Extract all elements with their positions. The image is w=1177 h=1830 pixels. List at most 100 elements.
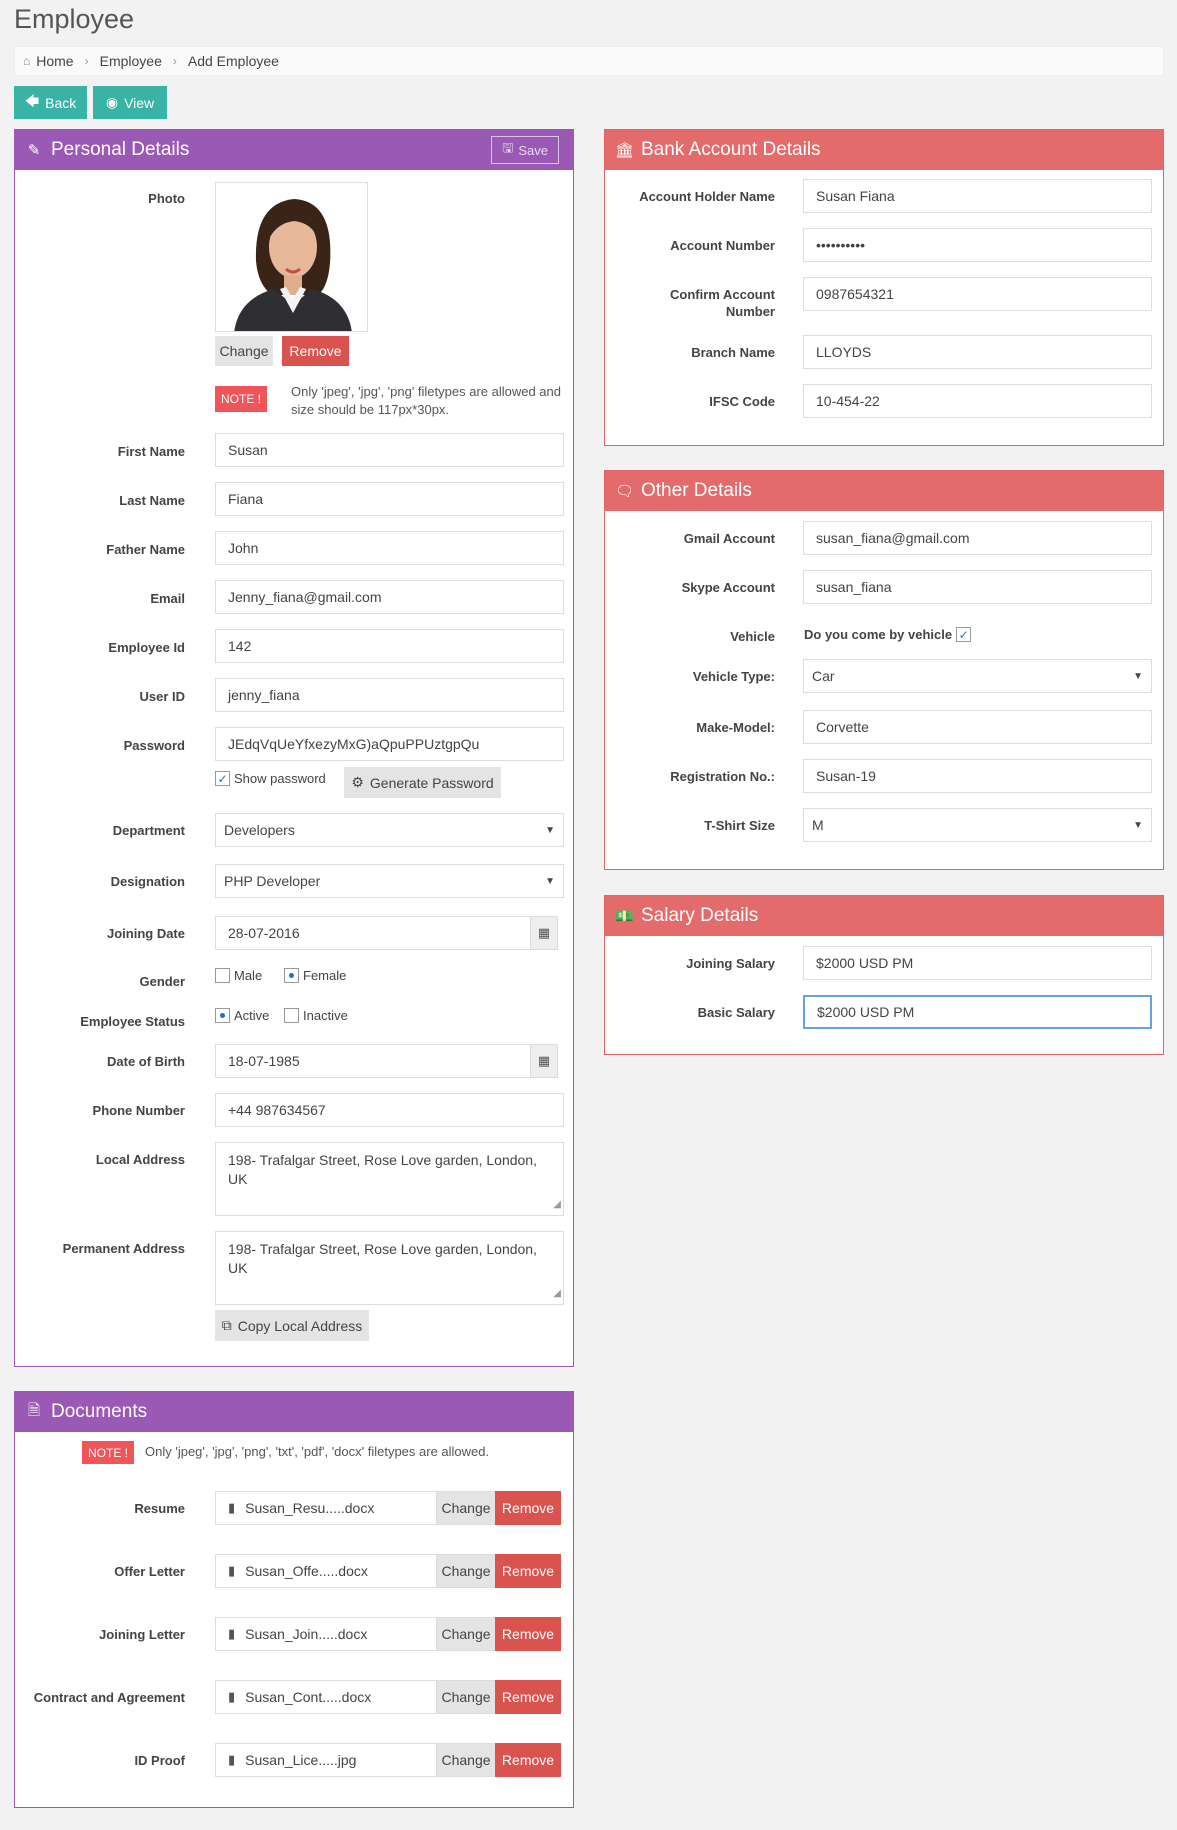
gender-male-radio[interactable]: Male <box>215 968 262 983</box>
change-photo-button[interactable]: Change <box>215 336 273 366</box>
eye-icon: ◉ <box>105 94 119 110</box>
father-name-input[interactable]: John <box>215 531 564 565</box>
confirm-account-label: Confirm Account Number <box>670 287 775 319</box>
radio-unchecked-icon <box>284 1008 299 1023</box>
father-name-label: Father Name <box>106 542 185 557</box>
email-label: Email <box>150 591 185 606</box>
joining-date-input[interactable]: 28-07-2016 <box>215 916 531 950</box>
file-icon: ▮ <box>228 1563 236 1578</box>
document-file-input[interactable]: ▮ Susan_Cont.....docx <box>215 1680 437 1714</box>
page-title: Employee <box>14 4 135 34</box>
gmail-input[interactable]: susan_fiana@gmail.com <box>803 521 1152 555</box>
radio-checked-icon <box>215 1008 230 1023</box>
document-remove-button[interactable]: Remove <box>495 1680 561 1714</box>
permanent-address-label: Permanent Address <box>62 1241 185 1256</box>
documents-panel: 🗎 Documents NOTE ! Only 'jpeg', 'jpg', '… <box>14 1391 574 1808</box>
document-file-input[interactable]: ▮ Susan_Resu.....docx <box>215 1491 437 1525</box>
local-address-label: Local Address <box>95 1152 185 1167</box>
comment-icon: 🗨 <box>615 483 635 500</box>
document-label: Offer Letter <box>114 1564 185 1579</box>
caret-down-icon: ▼ <box>545 824 555 836</box>
skype-label: Skype Account <box>681 580 775 595</box>
skype-input[interactable]: susan_fiana <box>803 570 1152 604</box>
document-change-button[interactable]: Change <box>436 1680 496 1714</box>
save-button[interactable]: 🖫 Save <box>491 136 559 164</box>
document-change-button[interactable]: Change <box>436 1617 496 1651</box>
branch-name-label: Branch Name <box>691 345 775 360</box>
status-inactive-radio[interactable]: Inactive <box>284 1008 348 1023</box>
radio-checked-icon <box>284 968 299 983</box>
user-id-input[interactable]: jenny_fiana <box>215 678 564 712</box>
designation-select[interactable]: PHP Developer ▼ <box>215 864 564 898</box>
password-input[interactable]: JEdqVqUeYfxezyMxG)aQpuPPUztgpQu <box>215 727 564 761</box>
account-holder-input[interactable]: Susan Fiana <box>803 179 1152 213</box>
account-number-input[interactable]: •••••••••• <box>803 228 1152 262</box>
last-name-input[interactable]: Fiana <box>215 482 564 516</box>
gender-label: Gender <box>139 974 185 989</box>
first-name-input[interactable]: Susan <box>215 433 564 467</box>
tshirt-size-select[interactable]: M ▼ <box>803 808 1152 842</box>
file-icon: ▮ <box>228 1500 236 1515</box>
other-details-panel: 🗨 Other Details Gmail Account susan_fian… <box>604 470 1164 870</box>
document-file-input[interactable]: ▮ Susan_Join.....docx <box>215 1617 437 1651</box>
joining-salary-label: Joining Salary <box>686 956 775 971</box>
bank-account-panel: 🏛 Bank Account Details Account Holder Na… <box>604 129 1164 446</box>
bank-account-header: 🏛 Bank Account Details <box>605 130 1163 170</box>
resize-handle-icon[interactable]: ◢ <box>553 1195 561 1214</box>
document-file-input[interactable]: ▮ Susan_Lice.....jpg <box>215 1743 437 1777</box>
basic-salary-input[interactable]: $2000 USD PM <box>803 995 1152 1029</box>
document-change-button[interactable]: Change <box>436 1743 496 1777</box>
phone-input[interactable]: +44 987634567 <box>215 1093 564 1127</box>
make-model-input[interactable]: Corvette <box>803 710 1152 744</box>
document-remove-button[interactable]: Remove <box>495 1554 561 1588</box>
generate-password-button[interactable]: ⚙ Generate Password <box>344 767 501 798</box>
breadcrumb-current: Add Employee <box>187 53 279 69</box>
vehicle-checkbox[interactable]: Do you come by vehicle ✓ <box>804 627 972 642</box>
back-button[interactable]: 🡄 Back <box>14 86 87 119</box>
vehicle-type-select[interactable]: Car ▼ <box>803 659 1152 693</box>
vehicle-label: Vehicle <box>730 629 775 644</box>
registration-label: Registration No.: <box>670 769 775 784</box>
show-password-checkbox[interactable]: ✓ Show password <box>215 771 326 786</box>
document-label: Contract and Agreement <box>33 1690 185 1705</box>
status-active-radio[interactable]: Active <box>215 1008 269 1023</box>
joining-date-label: Joining Date <box>106 926 185 941</box>
document-file-input[interactable]: ▮ Susan_Offe.....docx <box>215 1554 437 1588</box>
photo-note-text: Only 'jpeg', 'jpg', 'png' filetypes are … <box>291 384 561 417</box>
calendar-icon[interactable]: ▦ <box>530 1044 558 1078</box>
department-select[interactable]: Developers ▼ <box>215 813 564 847</box>
document-remove-button[interactable]: Remove <box>495 1743 561 1777</box>
document-change-button[interactable]: Change <box>436 1554 496 1588</box>
permanent-address-textarea[interactable]: 198- Trafalgar Street, Rose Love garden,… <box>215 1231 564 1305</box>
breadcrumb-employee[interactable]: Employee <box>100 53 162 69</box>
confirm-account-input[interactable]: 0987654321 <box>803 277 1152 311</box>
radio-unchecked-icon <box>215 968 230 983</box>
gender-female-radio[interactable]: Female <box>284 968 346 983</box>
calendar-icon[interactable]: ▦ <box>530 916 558 950</box>
document-label: Joining Letter <box>99 1627 185 1642</box>
dob-label: Date of Birth <box>107 1054 185 1069</box>
employee-id-input[interactable]: 142 <box>215 629 564 663</box>
document-remove-button[interactable]: Remove <box>495 1617 561 1651</box>
breadcrumb-home[interactable]: Home <box>36 53 73 69</box>
edit-icon: ✎ <box>27 142 41 159</box>
remove-photo-button[interactable]: Remove <box>282 336 349 366</box>
document-change-button[interactable]: Change <box>436 1491 496 1525</box>
dob-input[interactable]: 18-07-1985 <box>215 1044 531 1078</box>
resize-handle-icon[interactable]: ◢ <box>553 1284 561 1303</box>
arrow-left-icon: 🡄 <box>24 92 40 109</box>
branch-name-input[interactable]: LLOYDS <box>803 335 1152 369</box>
phone-label: Phone Number <box>92 1103 185 1118</box>
document-remove-button[interactable]: Remove <box>495 1491 561 1525</box>
local-address-textarea[interactable]: 198- Trafalgar Street, Rose Love garden,… <box>215 1142 564 1216</box>
ifsc-code-input[interactable]: 10-454-22 <box>803 384 1152 418</box>
email-input[interactable]: Jenny_fiana@gmail.com <box>215 580 564 614</box>
caret-down-icon: ▼ <box>1133 819 1143 831</box>
view-button[interactable]: ◉ View <box>93 86 167 119</box>
documents-note-text: Only 'jpeg', 'jpg', 'png', 'txt', 'pdf',… <box>145 1444 490 1459</box>
registration-input[interactable]: Susan-19 <box>803 759 1152 793</box>
copy-icon: ⧉ <box>221 1317 232 1333</box>
joining-salary-input[interactable]: $2000 USD PM <box>803 946 1152 980</box>
copy-local-address-button[interactable]: ⧉ Copy Local Address <box>215 1310 369 1341</box>
file-icon: ▮ <box>228 1626 236 1641</box>
